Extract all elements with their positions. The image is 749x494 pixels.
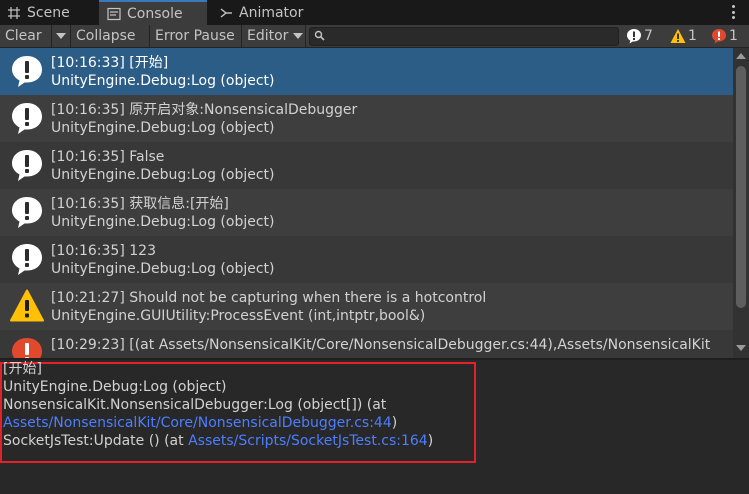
- log-entry-text: [10:16:35] 获取信息:[开始] UnityEngine.Debug:L…: [51, 195, 275, 231]
- editor-dropdown[interactable]: Editor: [242, 25, 306, 47]
- stack-trace-pane: [开始] UnityEngine.Debug:Log (object) Nons…: [0, 360, 749, 494]
- more-options-icon[interactable]: [725, 3, 741, 21]
- info-count-toggle[interactable]: 7: [626, 25, 653, 47]
- log-entry-row[interactable]: [10:16:35] 123 UnityEngine.Debug:Log (ob…: [0, 236, 733, 283]
- console-log-list: [10:16:33] [开始] UnityEngine.Debug:Log (o…: [0, 48, 733, 358]
- info-icon: [627, 29, 641, 44]
- info-message-icon: [12, 150, 42, 181]
- scroll-down-arrow-icon[interactable]: [736, 345, 746, 351]
- log-source: UnityEngine.Debug:Log (object): [51, 214, 275, 230]
- info-message-icon: [12, 244, 42, 275]
- detail-trace-line: Assets/NonsensicalKit/Core/NonsensicalDe…: [3, 414, 433, 432]
- window-tab-bar: Scene Console Animator: [0, 0, 749, 25]
- clear-options-dropdown[interactable]: [52, 25, 71, 47]
- log-source: UnityEngine.Debug:Log (object): [51, 73, 275, 89]
- scene-grid-icon: [6, 5, 22, 21]
- log-entry-row[interactable]: [10:29:23] [(at Assets/NonsensicalKit/Co…: [0, 330, 733, 358]
- log-entry-row[interactable]: [10:16:35] False UnityEngine.Debug:Log (…: [0, 142, 733, 189]
- log-source: UnityEngine.Debug:Log (object): [51, 261, 275, 277]
- info-count: 7: [644, 28, 653, 44]
- log-message: [10:29:23] [(at Assets/NonsensicalKit/Co…: [51, 337, 711, 353]
- detail-trace-line: NonsensicalKit.NonsensicalDebugger:Log (…: [3, 397, 387, 413]
- chevron-down-icon: [293, 33, 304, 39]
- tab-animator[interactable]: Animator: [218, 0, 318, 25]
- error-count: 1: [729, 28, 738, 44]
- log-entry-text: [10:21:27] Should not be capturing when …: [51, 289, 486, 325]
- console-toolbar: Clear Collapse Error Pause Editor 7 1 1: [0, 25, 749, 48]
- log-entry-row[interactable]: [10:16:35] 获取信息:[开始] UnityEngine.Debug:L…: [0, 189, 733, 236]
- log-entry-text: [10:16:35] False UnityEngine.Debug:Log (…: [51, 148, 275, 184]
- log-entry-text: [10:16:35] 123 UnityEngine.Debug:Log (ob…: [51, 242, 275, 278]
- info-message-icon: [12, 197, 42, 228]
- tab-console-label: Console: [127, 5, 183, 22]
- log-source: UnityEngine.Debug:Log (object): [51, 120, 275, 136]
- info-message-icon: [12, 103, 42, 134]
- error-count-toggle[interactable]: 1: [711, 25, 738, 47]
- tab-console[interactable]: Console: [99, 0, 207, 25]
- log-entry-text: [10:29:23] [(at Assets/NonsensicalKit/Co…: [51, 336, 710, 354]
- log-source: UnityEngine.GUIUtility:ProcessEvent (int…: [51, 308, 426, 324]
- log-list-scrollbar[interactable]: [733, 48, 749, 358]
- log-message: [10:16:35] 123: [51, 243, 156, 259]
- log-entry-text: [10:16:35] 原开启对象:NonsensicalDebugger Uni…: [51, 101, 357, 137]
- detail-trace-prefix: SocketJsTest:Update () (at: [3, 433, 189, 449]
- error-icon: [712, 29, 726, 44]
- log-entry-row[interactable]: [10:16:35] 原开启对象:NonsensicalDebugger Uni…: [0, 95, 733, 142]
- error-message-icon: [12, 338, 42, 358]
- warning-count-toggle[interactable]: 1: [670, 25, 697, 47]
- clear-button[interactable]: Clear: [0, 25, 52, 47]
- animator-icon: [218, 5, 234, 21]
- log-entry-text: [10:16:33] [开始] UnityEngine.Debug:Log (o…: [51, 54, 275, 90]
- log-source: UnityEngine.Debug:Log (object): [51, 167, 275, 183]
- stack-trace-text: [开始] UnityEngine.Debug:Log (object) Nons…: [3, 360, 433, 450]
- detail-trace-line: SocketJsTest:Update () (at Assets/Script…: [3, 432, 433, 450]
- detail-message: [开始]: [3, 361, 42, 377]
- collapse-toggle[interactable]: Collapse: [71, 25, 150, 47]
- source-file-link[interactable]: Assets/Scripts/SocketJsTest.cs:164: [188, 433, 428, 449]
- info-message-icon: [12, 56, 42, 87]
- error-pause-toggle[interactable]: Error Pause: [150, 25, 242, 47]
- search-icon: [314, 29, 325, 45]
- tab-animator-label: Animator: [239, 4, 304, 21]
- collapse-label: Collapse: [76, 28, 136, 44]
- detail-trace-suffix: ): [391, 415, 398, 431]
- log-entry-row[interactable]: [10:16:33] [开始] UnityEngine.Debug:Log (o…: [0, 48, 733, 95]
- editor-label: Editor: [247, 28, 289, 44]
- detail-trace-suffix: ): [427, 433, 434, 449]
- scroll-thumb[interactable]: [736, 66, 746, 308]
- chevron-down-icon: [56, 33, 66, 39]
- console-icon: [106, 6, 122, 22]
- tab-scene[interactable]: Scene: [6, 0, 98, 25]
- clear-label: Clear: [5, 28, 42, 44]
- detail-trace-line: UnityEngine.Debug:Log (object): [3, 379, 227, 395]
- log-entry-row[interactable]: [10:21:27] Should not be capturing when …: [0, 283, 733, 330]
- search-field[interactable]: [309, 27, 619, 46]
- tab-scene-label: Scene: [27, 4, 70, 21]
- log-message: [10:21:27] Should not be capturing when …: [51, 290, 487, 306]
- error-pause-label: Error Pause: [155, 28, 235, 44]
- warning-message-icon: [10, 289, 44, 322]
- warning-icon: [670, 29, 686, 43]
- search-input[interactable]: [329, 29, 609, 44]
- source-file-link[interactable]: Assets/NonsensicalKit/Core/NonsensicalDe…: [3, 415, 392, 431]
- log-message: [10:16:35] 原开启对象:NonsensicalDebugger: [51, 102, 358, 118]
- scroll-up-arrow-icon[interactable]: [736, 53, 746, 59]
- log-message: [10:16:33] [开始]: [51, 55, 169, 71]
- warning-count: 1: [688, 28, 697, 44]
- log-message: [10:16:35] False: [51, 149, 165, 165]
- log-message: [10:16:35] 获取信息:[开始]: [51, 196, 229, 212]
